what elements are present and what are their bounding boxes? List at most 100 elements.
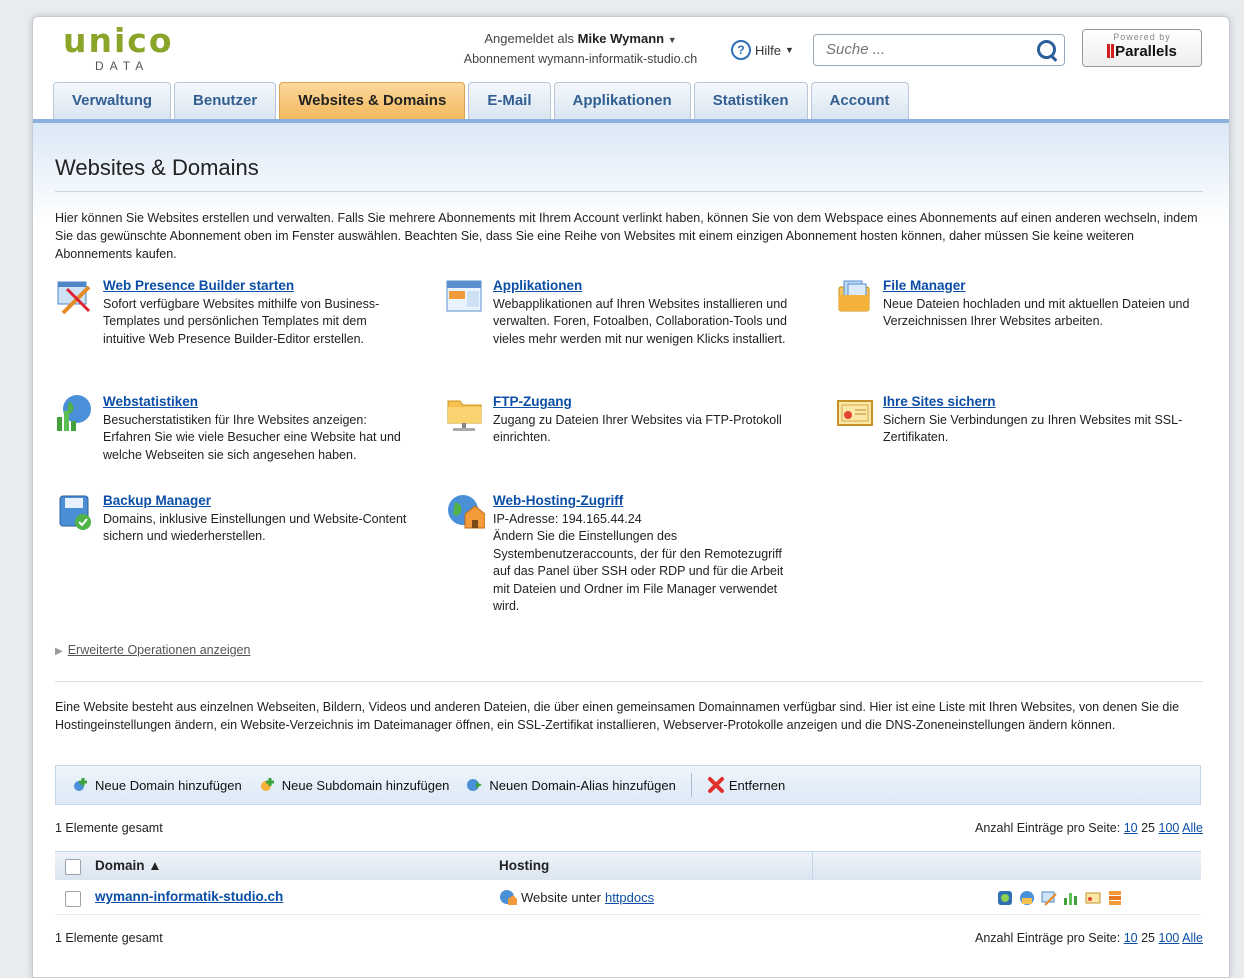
domain-toolbar: Neue Domain hinzufügen Neue Subdomain hi… — [55, 765, 1201, 805]
add-domain-alias-button[interactable]: Neuen Domain-Alias hinzufügen — [460, 773, 680, 797]
main-panel: unico DATA Angemeldet als Mike Wymann ▼ … — [32, 16, 1230, 978]
column-divider — [812, 852, 813, 880]
per-page-100[interactable]: 100 — [1159, 821, 1180, 835]
add-subdomain-button[interactable]: Neue Subdomain hinzufügen — [253, 773, 455, 797]
tab-email[interactable]: E-Mail — [468, 82, 551, 119]
per-page-all[interactable]: Alle — [1182, 931, 1203, 945]
statistics-icon[interactable] — [1063, 890, 1079, 906]
tool-desc: Besucherstatistiken für Ihre Websites an… — [103, 412, 401, 462]
tab-verwaltung[interactable]: Verwaltung — [53, 82, 172, 119]
tab-statistiken[interactable]: Statistiken — [693, 82, 808, 119]
page-intro: Hier können Sie Websites erstellen und v… — [55, 211, 1198, 261]
subscription-selector[interactable]: Abonnement wymann-informatik-studio.ch — [443, 52, 718, 66]
websites-intro: Eine Website besteht aus einzelnen Webse… — [55, 700, 1180, 732]
tool-web-presence-builder: Web Presence Builder starten Sofort verf… — [55, 277, 410, 348]
search-box — [813, 34, 1065, 66]
remove-x-icon — [707, 777, 724, 793]
per-page-top: Anzahl Einträge pro Seite: 10 25 100 All… — [975, 821, 1203, 835]
search-icon[interactable] — [1037, 40, 1056, 59]
httpdocs-link[interactable]: httpdocs — [605, 890, 654, 905]
certificate-icon — [837, 400, 873, 426]
add-subdomain-icon — [260, 778, 274, 791]
help-label: Hilfe — [755, 42, 782, 58]
per-page-25: 25 — [1141, 821, 1156, 835]
tool-link-secure-sites[interactable]: Ihre Sites sichern — [883, 394, 996, 409]
globe-icon[interactable] — [997, 890, 1013, 906]
search-input[interactable] — [824, 40, 1028, 59]
tool-web-statistics: Webstatistiken Besucherstatistiken für I… — [55, 393, 410, 464]
tab-benutzer[interactable]: Benutzer — [174, 82, 277, 119]
domain-link[interactable]: wymann-informatik-studio.ch — [95, 889, 283, 904]
tool-desc: Sofort verfügbare Websites mithilfe von … — [103, 296, 380, 346]
tab-websites-domains[interactable]: Websites & Domains — [279, 82, 466, 119]
backup-icon — [59, 495, 91, 530]
tool-link-applications[interactable]: Applikationen — [493, 278, 582, 293]
user-menu[interactable]: Angemeldet als Mike Wymann ▼ — [443, 31, 718, 46]
dns-settings-icon[interactable] — [1107, 890, 1123, 906]
tool-desc: Zugang zu Dateien Ihrer Websites via FTP… — [493, 412, 782, 445]
logo-sub: DATA — [95, 59, 150, 73]
remove-button[interactable]: Entfernen — [702, 773, 790, 797]
ssl-certificate-icon[interactable] — [1085, 890, 1101, 906]
help-icon: ? — [731, 40, 751, 60]
tool-desc: Sichern Sie Verbindungen zu Ihren Websit… — [883, 412, 1183, 445]
hosting-cell: Website unter httpdocs — [499, 889, 654, 905]
add-alias-label: Neuen Domain-Alias hinzufügen — [489, 777, 676, 793]
add-alias-icon — [467, 779, 483, 791]
per-page-bottom: Anzahl Einträge pro Seite: 10 25 100 All… — [975, 931, 1203, 945]
total-count-top: 1 Elemente gesamt — [55, 821, 163, 835]
toolbar-divider — [690, 773, 692, 797]
row-checkbox[interactable] — [65, 891, 81, 907]
main-tabs: Verwaltung Benutzer Websites & Domains E… — [53, 82, 909, 119]
tool-link-web-presence-builder[interactable]: Web Presence Builder starten — [103, 278, 294, 293]
help-menu[interactable]: ? Hilfe ▼ — [731, 40, 794, 60]
file-manager-icon — [838, 280, 870, 312]
per-page-10[interactable]: 10 — [1124, 931, 1138, 945]
tool-link-ftp-access[interactable]: FTP-Zugang — [493, 394, 572, 409]
remove-label: Entfernen — [728, 777, 786, 793]
tab-account[interactable]: Account — [810, 82, 909, 119]
add-domain-icon — [74, 778, 87, 791]
logo[interactable]: unico DATA — [63, 21, 174, 74]
ftp-folder-icon — [447, 400, 482, 431]
add-subdomain-label: Neue Subdomain hinzufügen — [281, 777, 450, 793]
expand-triangle-icon[interactable]: ▶ — [55, 646, 63, 657]
user-name[interactable]: Mike Wymann — [578, 31, 664, 46]
page-title: Websites & Domains — [55, 155, 1203, 192]
per-page-label: Anzahl Einträge pro Seite: — [975, 931, 1121, 945]
chevron-down-icon: ▼ — [667, 35, 677, 45]
per-page-100[interactable]: 100 — [1159, 931, 1180, 945]
select-all-checkbox[interactable] — [65, 859, 81, 875]
divider — [55, 681, 1203, 682]
add-domain-button[interactable]: Neue Domain hinzufügen — [66, 773, 247, 797]
column-domain[interactable]: Domain ▲ — [95, 858, 162, 873]
tab-applikationen[interactable]: Applikationen — [553, 82, 691, 119]
tool-ftp-access: FTP-Zugang Zugang zu Dateien Ihrer Websi… — [445, 393, 800, 447]
tool-web-hosting-access: Web-Hosting-Zugriff IP-Adresse: 194.165.… — [445, 492, 800, 616]
tool-link-web-hosting-access[interactable]: Web-Hosting-Zugriff — [493, 493, 623, 508]
advanced-operations: ▶ Erweiterte Operationen anzeigen — [55, 643, 250, 657]
tool-desc: Neue Dateien hochladen und mit aktuellen… — [883, 296, 1190, 329]
tool-desc: Webapplikationen auf Ihren Websites inst… — [493, 296, 788, 346]
tool-link-backup-manager[interactable]: Backup Manager — [103, 493, 211, 508]
per-page-all[interactable]: Alle — [1182, 821, 1203, 835]
advanced-operations-link[interactable]: Erweiterte Operationen anzeigen — [68, 643, 251, 657]
tool-desc: Domains, inklusive Einstellungen und Web… — [103, 511, 407, 544]
per-page-label: Anzahl Einträge pro Seite: — [975, 821, 1121, 835]
user-info: Angemeldet als Mike Wymann ▼ Abonnement … — [443, 31, 718, 66]
parallels-logo: Parallels — [1083, 43, 1201, 60]
tool-secure-sites: Ihre Sites sichern Sichern Sie Verbindun… — [835, 393, 1190, 447]
web-presence-builder-icon — [57, 281, 91, 315]
powered-by-badge[interactable]: Powered by Parallels — [1082, 29, 1202, 67]
tool-link-file-manager[interactable]: File Manager — [883, 278, 966, 293]
tool-link-web-statistics[interactable]: Webstatistiken — [103, 394, 198, 409]
site-builder-icon[interactable] — [1041, 890, 1057, 906]
open-folder-icon[interactable] — [1019, 890, 1035, 906]
table-row: wymann-informatik-studio.ch Website unte… — [55, 882, 1201, 915]
applications-icon — [446, 280, 482, 312]
hosting-access-icon — [448, 495, 485, 529]
table-header: Domain ▲ Hosting — [55, 851, 1201, 880]
per-page-10[interactable]: 10 — [1124, 821, 1138, 835]
hosting-prefix: Website unter — [521, 889, 601, 905]
logo-main: unico — [63, 21, 174, 60]
